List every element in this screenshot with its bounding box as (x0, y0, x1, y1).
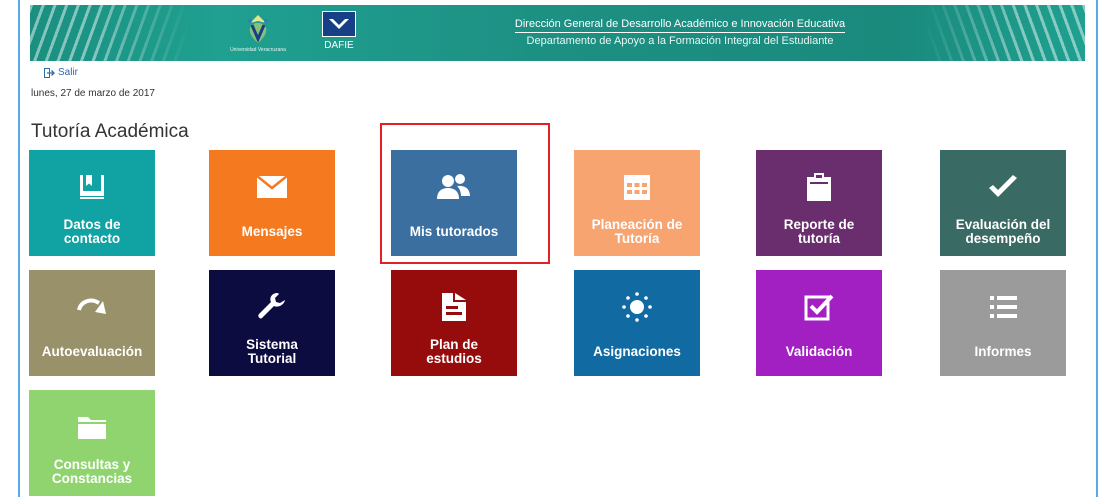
tile-reporte-de-tutoria[interactable]: Reporte de tutoría (756, 150, 882, 256)
tile-asignaciones[interactable]: Asignaciones (574, 270, 700, 376)
header-title-line2: Departamento de Apoyo a la Formación Int… (526, 35, 834, 47)
tile-autoevaluacion[interactable]: Autoevaluación (29, 270, 155, 376)
dafie-label: DAFIE (324, 40, 354, 51)
tile-consultas-y-constancias[interactable]: Consultas y Constancias (29, 390, 155, 496)
wrench-icon (258, 293, 285, 319)
tile-planeacion-de-tutoria[interactable]: Planeación de Tutoría (574, 150, 700, 256)
calendar-icon (624, 175, 650, 200)
envelope-icon (256, 175, 288, 198)
header-titles: Dirección General de Desarrollo Académic… (460, 14, 900, 47)
arrow-icon (77, 298, 106, 314)
tile-evaluacion-del-desempeno[interactable]: Evaluación del desempeño (940, 150, 1066, 256)
tile-validacion[interactable]: Validación (756, 270, 882, 376)
highlight-box (380, 123, 550, 264)
tile-label: Mensajes (241, 224, 303, 239)
tile-label: Planeación de Tutoría (591, 217, 683, 246)
check-square-icon (804, 294, 834, 321)
tile-label: Validación (785, 344, 853, 359)
tile-label: Evaluación del desempeño (955, 217, 1051, 246)
tile-label: Consultas y Constancias (51, 457, 133, 486)
tile-label: Asignaciones (593, 344, 681, 359)
date-text: lunes, 27 de marzo de 2017 (31, 88, 155, 99)
decorative-ferns-right (925, 5, 1085, 61)
salir-label: Salir (58, 67, 79, 78)
list-icon (990, 296, 1017, 318)
page-title: Tutoría Académica (31, 121, 189, 142)
dafie-logo: DAFIE (320, 11, 358, 57)
document-icon (442, 293, 466, 321)
tile-plan-de-estudios[interactable]: Plan de estudios (391, 270, 517, 376)
header-banner: Universidad Veracruzana DAFIE Dirección … (30, 5, 1085, 61)
clipboard-icon (807, 173, 831, 201)
uv-logo-text: Universidad Veracruzana (230, 47, 286, 53)
tile-label: Reporte de tutoría (783, 217, 855, 246)
folder-icon (78, 417, 106, 439)
page-frame (18, 0, 1098, 497)
tile-label: Plan de estudios (426, 337, 482, 366)
header-title-line1: Dirección General de Desarrollo Académic… (514, 18, 846, 33)
tile-sistema-tutorial[interactable]: Sistema Tutorial (209, 270, 335, 376)
tile-datos-de-contacto[interactable]: Datos de contacto (29, 150, 155, 256)
tile-label: Datos de contacto (63, 217, 121, 246)
tile-label: Informes (974, 344, 1032, 359)
uv-logo: Universidad Veracruzana (228, 11, 288, 57)
tile-label: Sistema Tutorial (246, 337, 298, 366)
decorative-ferns-left (30, 5, 190, 61)
salir-link[interactable]: Salir (44, 67, 78, 78)
tile-informes[interactable]: Informes (940, 270, 1066, 376)
tile-label: Autoevaluación (41, 344, 143, 359)
book-icon (80, 175, 104, 199)
sign-out-icon (44, 67, 55, 78)
sun-icon (622, 292, 652, 322)
tile-mensajes[interactable]: Mensajes (209, 150, 335, 256)
check-icon (989, 175, 1017, 197)
